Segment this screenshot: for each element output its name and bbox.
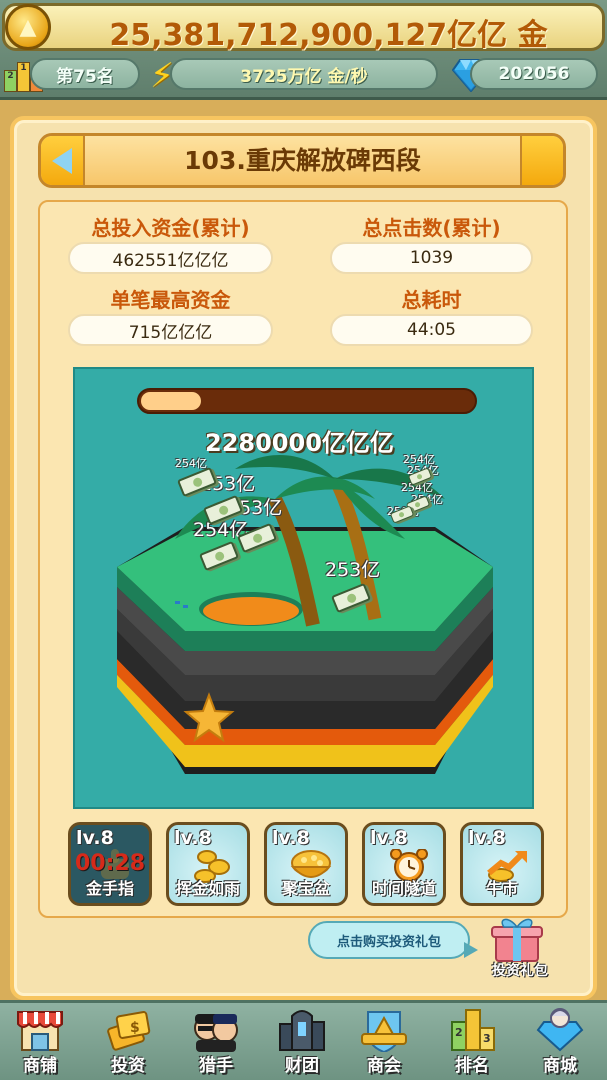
skill-cooldown-timer: 00:28 [74, 851, 146, 876]
invest-icon: $ [107, 1011, 151, 1051]
total-time-label: 总耗时 [401, 288, 462, 312]
gold-coin-icon: ▲ [5, 4, 51, 50]
nav-label: 财团 [285, 1056, 319, 1076]
skill-level: lv.8 [174, 827, 212, 849]
speech-bubble-tail [464, 942, 478, 958]
skill-coin-rain[interactable]: lv.8 挥金如雨 [166, 822, 250, 906]
max-single-label: 单笔最高资金 [110, 288, 231, 312]
ranking-icon: 2 3 [451, 1009, 495, 1051]
nav-chamber[interactable]: 商会 [348, 1004, 420, 1078]
shop-icon [17, 1011, 63, 1051]
gift-pack-label[interactable]: 投资礼包 [480, 960, 560, 980]
svg-text:$: $ [130, 1020, 140, 1036]
island-click-area[interactable]: 2280000亿亿亿 254亿 253亿 253亿 254亿 253亿 254亿… [73, 367, 534, 809]
nav-shop[interactable]: 商铺 [4, 1004, 76, 1078]
skill-name: 牛市 [485, 879, 518, 898]
chamber-icon [361, 1011, 407, 1052]
nav-invest[interactable]: $ 投资 [92, 1004, 164, 1078]
income-rate: 3725万亿 金/秒 [170, 58, 438, 90]
buy-gift-pack-prompt[interactable]: 点击购买投资礼包 [308, 921, 470, 959]
total-invest-label: 总投入资金(累计) [91, 216, 250, 240]
gift-box-icon[interactable] [490, 913, 544, 963]
total-time-value: 44:05 [330, 314, 533, 346]
progress-bar [137, 388, 477, 414]
consortium-icon [279, 1010, 325, 1051]
gold-balance: 25,381,712,900,127亿亿 金 [109, 18, 548, 53]
rank-display[interactable]: 第75名 [30, 58, 140, 90]
back-arrow-icon [52, 147, 72, 174]
total-clicks-value: 1039 [330, 242, 533, 274]
floating-reward: 253亿 [325, 559, 381, 581]
nav-mall[interactable]: 商城 [524, 1004, 596, 1078]
skill-treasure-bowl[interactable]: lv.8 聚宝盆 [264, 822, 348, 906]
nav-label: 商城 [543, 1056, 577, 1076]
skill-level: lv.8 [370, 827, 408, 849]
total-invest-value: 462551亿亿亿 [68, 242, 273, 274]
max-single-value: 715亿亿亿 [68, 314, 273, 346]
mall-icon [536, 1008, 584, 1052]
reward-amount: 2280000亿亿亿 [205, 429, 394, 457]
hunter-icon [194, 1014, 238, 1052]
svg-text:3: 3 [483, 1032, 491, 1045]
nav-label: 排名 [455, 1056, 489, 1076]
level-title: 103.重庆解放碑西段 [184, 146, 421, 175]
progress-fill [141, 392, 201, 410]
nav-label: 商会 [367, 1056, 401, 1076]
nav-consortium[interactable]: 财团 [266, 1004, 338, 1078]
gem-count[interactable]: 202056 [470, 58, 598, 90]
skill-name: 时间隧道 [371, 879, 436, 898]
nav-hunter[interactable]: 猎手 [180, 1004, 252, 1078]
nav-label: 商铺 [23, 1056, 57, 1076]
skill-level: lv.8 [468, 827, 506, 849]
skill-name: 聚宝盆 [281, 879, 330, 898]
skill-level: lv.8 [272, 827, 310, 849]
svg-text:2: 2 [455, 1026, 463, 1039]
skill-time-tunnel[interactable]: lv.8 时间隧道 [362, 822, 446, 906]
total-clicks-label: 总点击数(累计) [362, 216, 501, 240]
back-button[interactable] [41, 136, 85, 185]
nav-ranking[interactable]: 2 3 排名 [436, 1004, 508, 1078]
title-bar-end-cap [520, 136, 563, 185]
skill-bull-market[interactable]: lv.8 牛市 [460, 822, 544, 906]
skill-name: 金手指 [85, 879, 134, 898]
skill-name: 挥金如雨 [175, 879, 240, 898]
skill-level: lv.8 [76, 827, 114, 849]
gold-balance-bar: ▲ 25,381,712,900,127亿亿 金 [2, 3, 605, 53]
nav-label: 猎手 [199, 1056, 233, 1076]
skill-golden-finger[interactable]: lv.8 00:28 金手指 [68, 822, 152, 906]
nav-label: 投资 [111, 1056, 145, 1076]
